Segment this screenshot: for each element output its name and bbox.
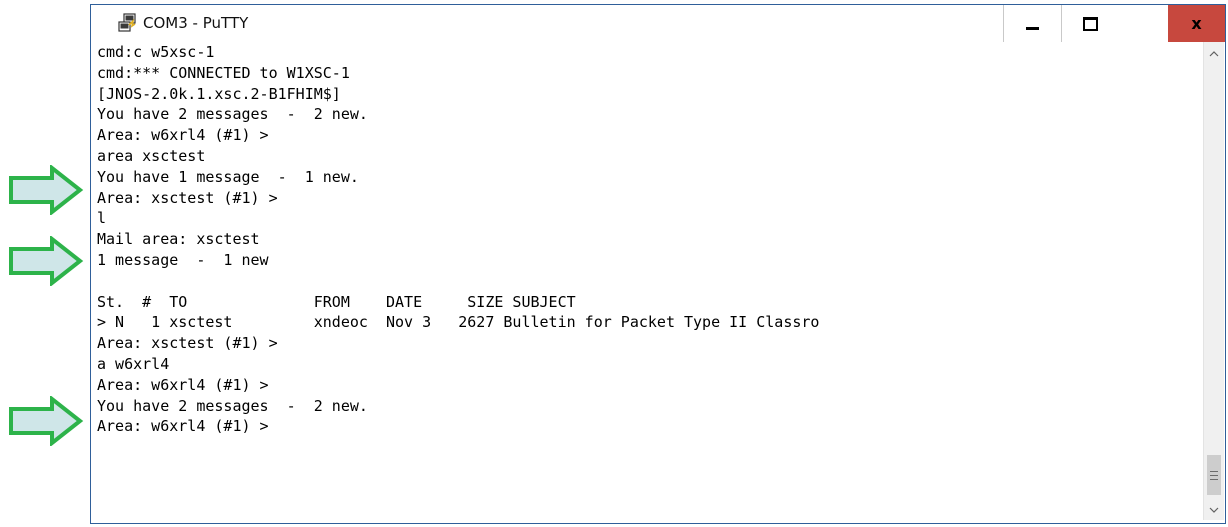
terminal-line: cmd:c w5xsc-1 (97, 43, 215, 61)
close-button[interactable]: x (1168, 5, 1225, 42)
vertical-scrollbar[interactable] (1203, 42, 1224, 520)
terminal-line: Area: xsctest (#1) > (97, 334, 278, 353)
scroll-down-button[interactable] (1204, 502, 1224, 518)
terminal-line: Area: w6xrl4 (#1) > (97, 375, 269, 394)
terminal-line: [JNOS-2.0k.1.xsc.2-B1FHIM$] (97, 84, 341, 103)
scroll-up-button[interactable] (1204, 46, 1224, 62)
annotation-arrow (9, 236, 84, 286)
scroll-thumb[interactable] (1207, 455, 1221, 495)
maximize-button[interactable] (1061, 5, 1119, 42)
putty-window: COM3 - PuTTY x cmd:c w5xsc-1 cmd:*** CON… (90, 4, 1226, 524)
terminal-line: You have 2 messages - 2 new. (97, 105, 368, 124)
minimize-icon (1026, 27, 1039, 30)
minimize-button[interactable] (1003, 5, 1061, 42)
terminal-line: You have 2 messages - 2 new. (97, 396, 368, 415)
maximize-icon (1083, 16, 1098, 31)
terminal-line: cmd:*** CONNECTED to W1XSC-1 (97, 63, 350, 82)
terminal-line: a w6xrl4 (97, 354, 170, 373)
close-icon: x (1191, 14, 1202, 33)
terminal-line: Area: w6xrl4 (#1) > (97, 126, 269, 145)
terminal-line: You have 1 message - 1 new. (97, 167, 359, 186)
annotation-arrow (9, 165, 84, 215)
terminal-line: Mail area: xsctest (97, 230, 260, 249)
grip-icon (1210, 470, 1218, 480)
terminal-line: l (97, 209, 107, 228)
chevron-down-icon (1209, 507, 1219, 513)
terminal-line: Area: xsctest (#1) > (97, 188, 278, 207)
terminal-line: St. # TO FROM DATE SIZE SUBJECT (97, 292, 576, 311)
terminal-line: 1 message - 1 new (97, 250, 269, 269)
terminal-line: > N 1 xsctest xndeoc Nov 3 2627 Bulletin… (97, 313, 820, 332)
terminal-line: Area: w6xrl4 (#1) > (97, 417, 269, 436)
annotation-arrow (9, 396, 84, 446)
terminal-area[interactable]: cmd:c w5xsc-1 cmd:*** CONNECTED to W1XSC… (97, 42, 1201, 518)
terminal-line: area xsctest (97, 146, 206, 165)
chevron-up-icon (1209, 51, 1219, 57)
window-title: COM3 - PuTTY (143, 14, 249, 32)
title-bar[interactable]: COM3 - PuTTY x (91, 5, 1225, 42)
putty-icon[interactable] (117, 13, 137, 33)
